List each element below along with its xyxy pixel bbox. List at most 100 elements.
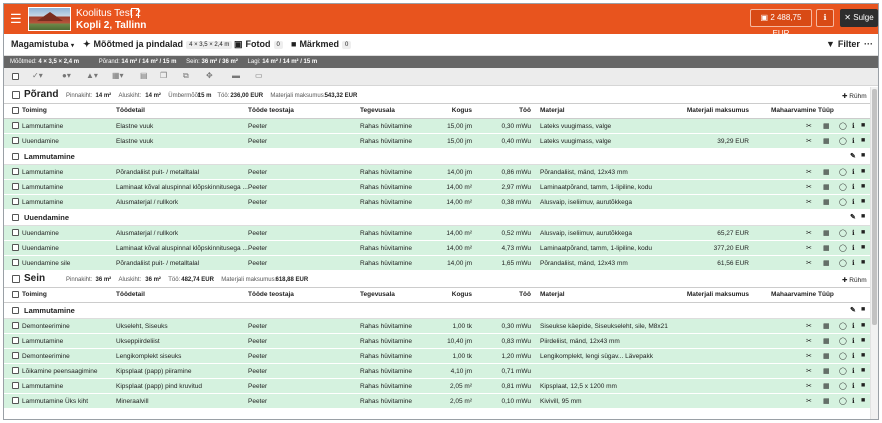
info-icon[interactable]: ℹ	[852, 168, 855, 176]
trash-icon[interactable]: ▬	[232, 71, 240, 80]
row-checkbox[interactable]	[12, 259, 19, 266]
comment-icon[interactable]: ◯	[839, 367, 847, 375]
comment-icon[interactable]: ▭	[255, 71, 263, 80]
trash-icon[interactable]: ■	[861, 183, 865, 190]
menu-icon[interactable]: ☰	[10, 12, 22, 25]
group-checkbox[interactable]	[12, 214, 19, 221]
room-selector[interactable]: Magamistuba ▾	[11, 39, 74, 49]
info-icon[interactable]: ℹ	[852, 137, 855, 145]
dimensions-button[interactable]: ✦ Mõõtmed ja pindalad 4 × 3,5 × 2,4 m	[83, 39, 233, 50]
row-checkbox[interactable]	[12, 397, 19, 404]
select-all-checkbox[interactable]	[12, 73, 19, 80]
comment-icon[interactable]: ◯	[839, 137, 847, 145]
trash-icon[interactable]: ■	[861, 213, 865, 220]
category-icon[interactable]: ▲▾	[86, 71, 98, 80]
info-icon[interactable]: ℹ	[852, 397, 855, 405]
group-checkbox[interactable]	[12, 153, 19, 160]
header-checkbox[interactable]	[12, 291, 19, 298]
comment-icon[interactable]: ◯	[839, 352, 847, 360]
filter-button[interactable]: ▼ Filter	[826, 39, 860, 49]
type-icon[interactable]: ▦	[823, 168, 830, 176]
bookmark-icon[interactable]	[131, 8, 139, 18]
grid-icon[interactable]: ▦▾	[112, 71, 124, 80]
trash-icon[interactable]: ■	[861, 367, 865, 374]
trash-icon[interactable]: ■	[861, 137, 865, 144]
deduction-icon[interactable]: ✂	[806, 244, 812, 252]
comment-icon[interactable]: ◯	[839, 122, 847, 130]
info-icon[interactable]: ℹ	[852, 352, 855, 360]
info-icon[interactable]: ℹ	[852, 337, 855, 345]
info-icon[interactable]: ℹ	[852, 322, 855, 330]
row-checkbox[interactable]	[12, 137, 19, 144]
project-thumbnail[interactable]	[28, 7, 71, 31]
deduction-icon[interactable]: ✂	[806, 183, 812, 191]
deduction-icon[interactable]: ✂	[806, 137, 812, 145]
trash-icon[interactable]: ■	[861, 306, 865, 313]
info-icon[interactable]: ℹ	[852, 259, 855, 267]
trash-icon[interactable]: ■	[861, 152, 865, 159]
row-checkbox[interactable]	[12, 244, 19, 251]
type-icon[interactable]: ▦	[823, 322, 830, 330]
comment-icon[interactable]: ◯	[839, 183, 847, 191]
add-group-button[interactable]: ✚ Rühm	[842, 92, 867, 100]
deduction-icon[interactable]: ✂	[806, 198, 812, 206]
row-checkbox[interactable]	[12, 183, 19, 190]
deduction-icon[interactable]: ✂	[806, 168, 812, 176]
comment-icon[interactable]: ◯	[839, 229, 847, 237]
duplicate-icon[interactable]: ⧉	[183, 71, 189, 81]
person-icon[interactable]: ●▾	[62, 71, 71, 80]
trash-icon[interactable]: ■	[861, 122, 865, 129]
type-icon[interactable]: ▦	[823, 244, 830, 252]
info-icon[interactable]: ℹ	[852, 382, 855, 390]
trash-icon[interactable]: ■	[861, 229, 865, 236]
header-checkbox[interactable]	[12, 107, 19, 114]
trash-icon[interactable]: ■	[861, 382, 865, 389]
info-icon[interactable]: ℹ	[852, 198, 855, 206]
row-checkbox[interactable]	[12, 382, 19, 389]
deduction-icon[interactable]: ✂	[806, 229, 812, 237]
deduction-icon[interactable]: ✂	[806, 259, 812, 267]
info-icon[interactable]: ℹ	[852, 367, 855, 375]
type-icon[interactable]: ▦	[823, 183, 830, 191]
trash-icon[interactable]: ■	[861, 198, 865, 205]
comment-icon[interactable]: ◯	[839, 322, 847, 330]
section-checkbox[interactable]	[12, 275, 20, 283]
comment-icon[interactable]: ◯	[839, 397, 847, 405]
deduction-icon[interactable]: ✂	[806, 367, 812, 375]
deduction-icon[interactable]: ✂	[806, 352, 812, 360]
type-icon[interactable]: ▦	[823, 352, 830, 360]
deduction-icon[interactable]: ✂	[806, 397, 812, 405]
info-icon[interactable]: ℹ	[852, 183, 855, 191]
info-icon[interactable]: ℹ	[852, 229, 855, 237]
move-icon[interactable]: ✥	[206, 71, 213, 80]
trash-icon[interactable]: ■	[861, 352, 865, 359]
trash-icon[interactable]: ■	[861, 322, 865, 329]
trash-icon[interactable]: ■	[861, 244, 865, 251]
comment-icon[interactable]: ◯	[839, 259, 847, 267]
more-icon[interactable]: ···	[864, 39, 873, 49]
table-icon[interactable]: ▤	[140, 71, 148, 80]
type-icon[interactable]: ▦	[823, 397, 830, 405]
photos-button[interactable]: ▣ Fotod 0	[234, 39, 283, 50]
check-icon[interactable]: ✓▾	[32, 71, 43, 80]
total-amount-button[interactable]: ▣ 2 488,75 EUR	[750, 9, 812, 38]
deduction-icon[interactable]: ✂	[806, 337, 812, 345]
type-icon[interactable]: ▦	[823, 137, 830, 145]
trash-icon[interactable]: ■	[861, 259, 865, 266]
deduction-icon[interactable]: ✂	[806, 322, 812, 330]
deduction-icon[interactable]: ✂	[806, 382, 812, 390]
edit-icon[interactable]: ✎	[850, 152, 856, 160]
row-checkbox[interactable]	[12, 168, 19, 175]
row-checkbox[interactable]	[12, 352, 19, 359]
type-icon[interactable]: ▦	[823, 259, 830, 267]
type-icon[interactable]: ▦	[823, 122, 830, 130]
type-icon[interactable]: ▦	[823, 198, 830, 206]
scrollbar-thumb[interactable]	[872, 89, 877, 325]
add-group-button[interactable]: ✚ Rühm	[842, 276, 867, 284]
comment-icon[interactable]: ◯	[839, 198, 847, 206]
comment-icon[interactable]: ◯	[839, 382, 847, 390]
type-icon[interactable]: ▦	[823, 229, 830, 237]
row-checkbox[interactable]	[12, 198, 19, 205]
deduction-icon[interactable]: ✂	[806, 122, 812, 130]
comment-icon[interactable]: ◯	[839, 244, 847, 252]
